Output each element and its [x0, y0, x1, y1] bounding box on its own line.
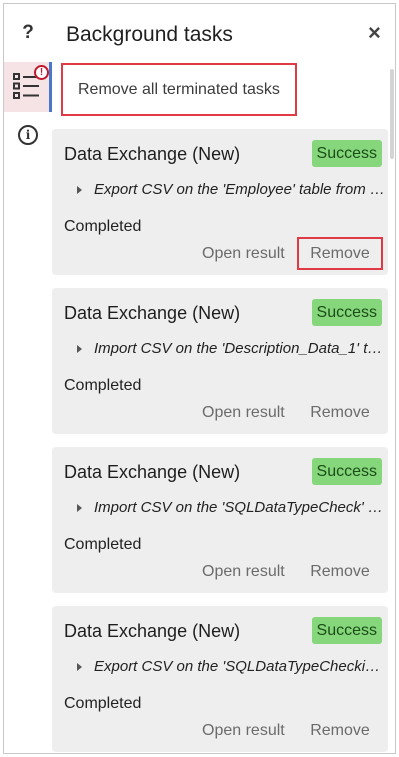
info-icon[interactable]: i [18, 125, 38, 145]
task-title: Data Exchange (New) [64, 462, 241, 482]
task-title: Data Exchange (New) [64, 621, 241, 641]
tasks-list-icon[interactable]: ! [4, 62, 52, 112]
side-rail: ? ! i [4, 4, 52, 753]
open-result-link[interactable]: Open result [202, 722, 285, 740]
task-description-toggle[interactable]: Export CSV on the 'SQLDataTypeChecking' … [77, 658, 385, 675]
task-description: Export CSV on the 'SQLDataTypeChecking' … [94, 658, 385, 675]
remove-task-button[interactable]: Remove [297, 396, 383, 429]
task-state: Completed [64, 218, 142, 235]
remove-task-button[interactable]: Remove [297, 237, 383, 270]
close-icon[interactable]: × [368, 20, 381, 46]
task-state: Completed [64, 377, 142, 394]
remove-task-button[interactable]: Remove [297, 714, 383, 747]
expand-caret-icon[interactable] [77, 503, 82, 512]
task-description: Export CSV on the 'Employee' table from … [94, 181, 385, 198]
task-card: Data Exchange (New) Success Export CSV o… [52, 129, 388, 275]
expand-caret-icon[interactable] [77, 185, 82, 194]
task-state: Completed [64, 695, 142, 712]
task-description-toggle[interactable]: Import CSV on the 'SQLDataTypeCheck' tab… [77, 499, 385, 516]
task-description-toggle[interactable]: Import CSV on the 'Description_Data_1' t… [77, 340, 385, 357]
task-title: Data Exchange (New) [64, 303, 241, 323]
task-card: Data Exchange (New) Success Import CSV o… [52, 447, 388, 593]
task-card: Data Exchange (New) Success Export CSV o… [52, 606, 388, 752]
task-description: Import CSV on the 'Description_Data_1' t… [94, 340, 385, 357]
task-card: Data Exchange (New) Success Import CSV o… [52, 288, 388, 434]
open-result-link[interactable]: Open result [202, 404, 285, 422]
status-badge: Success [311, 458, 382, 485]
expand-caret-icon[interactable] [77, 344, 82, 353]
scrollbar-thumb[interactable] [390, 69, 394, 159]
expand-caret-icon[interactable] [77, 662, 82, 671]
task-state: Completed [64, 536, 142, 553]
remove-task-button[interactable]: Remove [297, 555, 383, 588]
help-icon[interactable]: ? [4, 22, 52, 44]
task-title: Data Exchange (New) [64, 144, 241, 164]
open-result-link[interactable]: Open result [202, 563, 285, 581]
background-tasks-panel: ? ! i Background tasks × Remove all term… [3, 3, 396, 754]
status-badge: Success [311, 617, 382, 644]
alert-badge-icon: ! [34, 65, 49, 80]
status-badge: Success [311, 140, 382, 167]
remove-all-terminated-button[interactable]: Remove all terminated tasks [61, 63, 297, 116]
task-description: Import CSV on the 'SQLDataTypeCheck' tab… [94, 499, 385, 516]
panel-title: Background tasks [66, 23, 233, 46]
open-result-link[interactable]: Open result [202, 245, 285, 263]
status-badge: Success [311, 299, 382, 326]
task-description-toggle[interactable]: Export CSV on the 'Employee' table from … [77, 181, 385, 198]
